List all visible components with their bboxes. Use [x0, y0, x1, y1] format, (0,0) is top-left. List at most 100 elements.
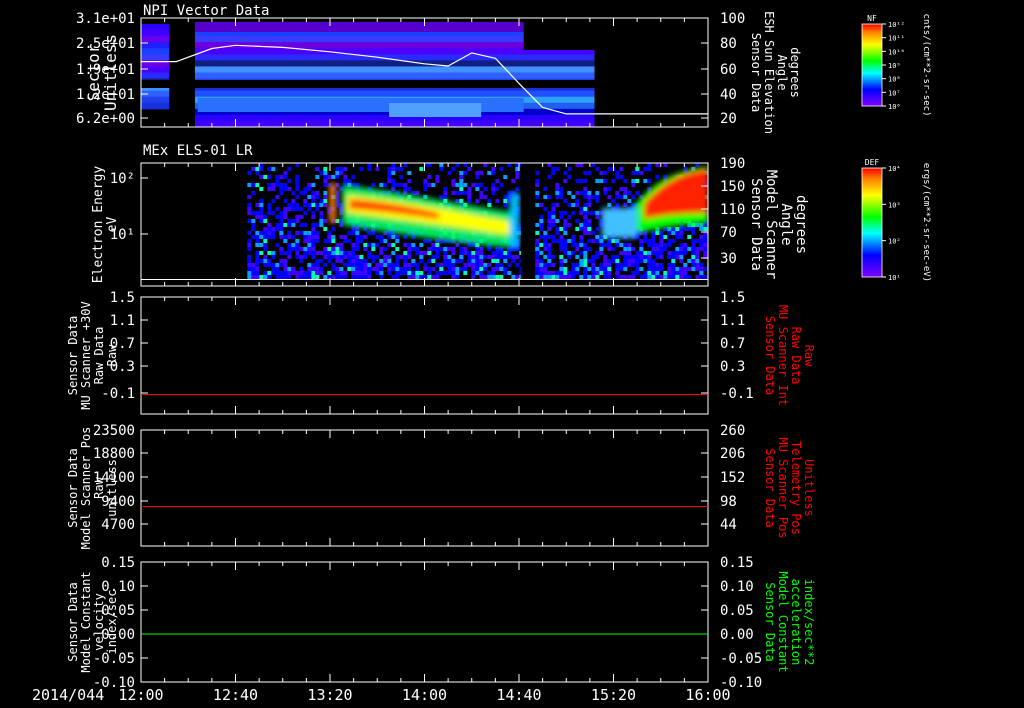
heatmap-cell: [567, 255, 572, 259]
heatmap-cell: [311, 215, 316, 219]
y-tick-label-right: 44: [720, 517, 737, 533]
heatmap-cell: [647, 243, 652, 247]
heatmap-cell: [395, 271, 400, 275]
heatmap-cell: [679, 235, 684, 239]
heatmap-cell: [343, 239, 348, 243]
heatmap-cell: [647, 267, 652, 271]
colorbar-tick-label: 10¹²: [888, 21, 905, 29]
heatmap-cell: [295, 163, 300, 167]
heatmap-cell: [299, 247, 304, 251]
heatmap-cell: [463, 263, 468, 267]
heatmap-cell: [355, 271, 360, 275]
heatmap-cell: [479, 263, 484, 267]
heatmap-cell: [603, 259, 608, 263]
heatmap-cell: [311, 235, 316, 239]
heatmap-cell: [451, 259, 456, 263]
heatmap-cell: [263, 227, 268, 231]
heatmap-cell: [275, 175, 280, 179]
heatmap-cell: [659, 231, 664, 235]
heatmap-cell: [247, 195, 252, 199]
heatmap-cell: [247, 183, 252, 187]
heatmap-cell: [667, 271, 672, 275]
heatmap-cell: [563, 223, 568, 227]
heatmap-cell: [339, 247, 344, 251]
heatmap-cell: [279, 215, 284, 219]
heatmap-cell: [363, 243, 368, 247]
y-axis-label-right: Sensor Data: [763, 316, 777, 395]
heatmap-cell: [591, 271, 596, 275]
heatmap-cell: [367, 275, 372, 279]
heatmap-cell: [583, 263, 588, 267]
heatmap-cell: [403, 235, 408, 239]
heatmap-cell: [359, 275, 364, 279]
heatmap-cell: [295, 215, 300, 219]
heatmap-cell: [491, 251, 496, 255]
heatmap-cell: [547, 215, 552, 219]
heatmap-cell: [627, 263, 632, 267]
heatmap-cell: [383, 255, 388, 259]
heatmap-cell: [347, 263, 352, 267]
heatmap-cell: [335, 191, 340, 195]
heatmap-cell: [339, 251, 344, 255]
heatmap-cell: [607, 259, 612, 263]
heatmap-cell: [331, 263, 336, 267]
heatmap-cell: [311, 267, 316, 271]
heatmap-cell: [555, 271, 560, 275]
y-tick-label: 23500: [93, 423, 135, 439]
heatmap-cell: [391, 275, 396, 279]
heatmap-cell: [395, 247, 400, 251]
heatmap-cell: [667, 267, 672, 271]
heatmap-cell: [655, 243, 660, 247]
heatmap-cell: [459, 191, 464, 195]
heatmap-cell: [315, 235, 320, 239]
heatmap-cell: [695, 163, 700, 167]
heatmap-cell: [599, 179, 604, 183]
heatmap-cell: [335, 275, 340, 279]
heatmap-cell: [387, 175, 392, 179]
heatmap-cell: [263, 239, 268, 243]
heatmap-cell: [455, 199, 460, 203]
heatmap-cell: [603, 191, 608, 195]
heatmap-cell: [467, 255, 472, 259]
heatmap-cell: [407, 263, 412, 267]
heatmap-cell: [475, 263, 480, 267]
heatmap-cell: [275, 195, 280, 199]
heatmap-cell: [671, 259, 676, 263]
heatmap-cell: [515, 187, 520, 191]
heatmap-cell: [643, 231, 648, 235]
heatmap-cell: [251, 227, 256, 231]
heatmap-cell: [647, 251, 652, 255]
heatmap-cell: [251, 275, 256, 279]
heatmap-cell: [447, 247, 452, 251]
heatmap-cell: [263, 243, 268, 247]
heatmap-cell: [319, 267, 324, 271]
heatmap-cell: [323, 247, 328, 251]
heatmap-cell: [543, 243, 548, 247]
heatmap-cell: [635, 271, 640, 275]
heatmap-cell: [479, 251, 484, 255]
heatmap-cell: [627, 255, 632, 259]
heatmap-cell: [375, 263, 380, 267]
heatmap-cell: [351, 275, 356, 279]
heatmap-cell: [194, 60, 595, 67]
heatmap-cell: [299, 215, 304, 219]
heatmap-cell: [319, 171, 324, 175]
heatmap-cell: [679, 251, 684, 255]
heatmap-cell: [547, 227, 552, 231]
heatmap-cell: [351, 251, 356, 255]
heatmap-cell: [499, 183, 504, 187]
heatmap-cell: [615, 267, 620, 271]
heatmap-cell: [371, 231, 376, 235]
heatmap-cell: [691, 239, 696, 243]
heatmap-cell: [607, 247, 612, 251]
heatmap-cell: [251, 267, 256, 271]
heatmap-cell: [251, 223, 256, 227]
heatmap-cell: [643, 239, 648, 243]
heatmap-cell: [555, 275, 560, 279]
heatmap-cell: [387, 167, 392, 171]
heatmap-cell: [587, 247, 592, 251]
plot-window: 3.1e+01 2.5e+01 1.9e+01 1.2e+01 6.2e+00 100 80…: [0, 0, 1024, 708]
heatmap-cell: [307, 247, 312, 251]
heatmap-cell: [543, 271, 548, 275]
heatmap-cell: [367, 251, 372, 255]
